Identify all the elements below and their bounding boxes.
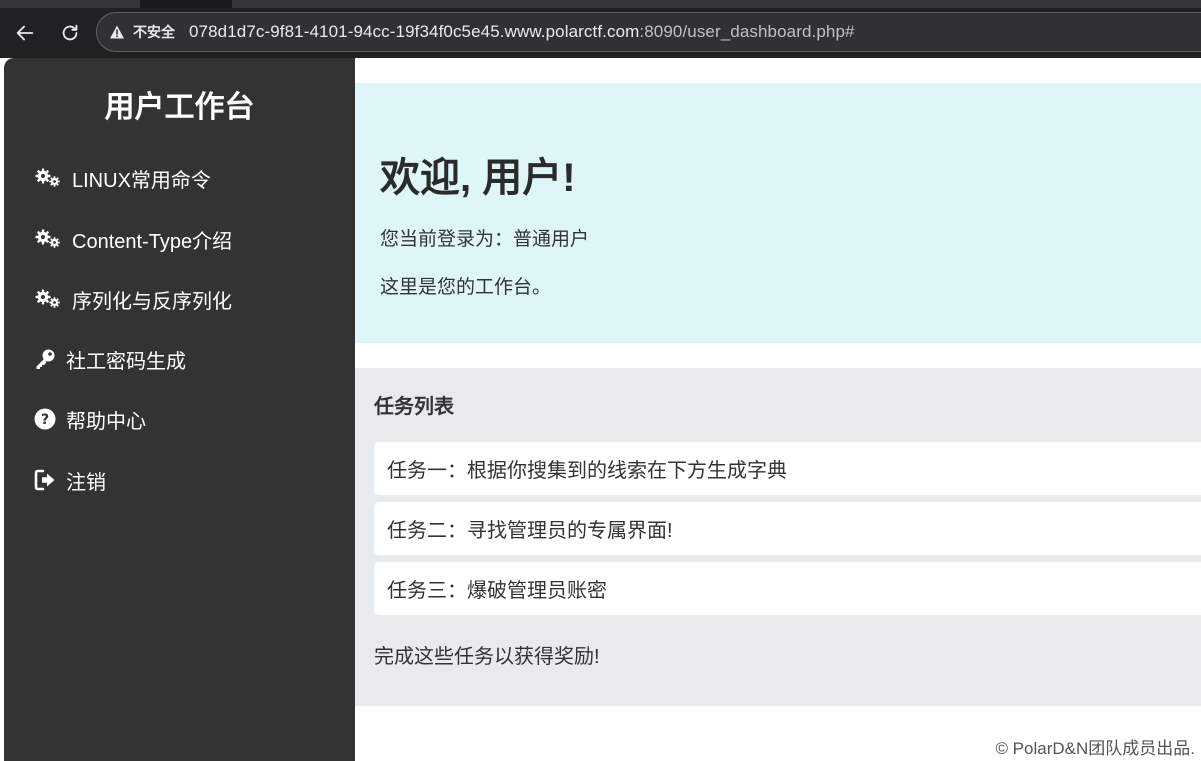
main-content: 欢迎, 用户! 您当前登录为：普通用户 这里是您的工作台。 任务列表 任务一：根… xyxy=(355,58,1201,761)
sidebar-item-linux-commands[interactable]: LINUX常用命令 xyxy=(34,160,211,196)
task-item: 任务一：根据你搜集到的线索在下方生成字典 xyxy=(374,442,1201,495)
browser-toolbar: 不安全 078d1d7c-9f81-4101-94cc-19f34f0c5e45… xyxy=(0,0,1201,58)
insecure-label[interactable]: 不安全 xyxy=(133,22,175,42)
copyright-text: © PolarD&N团队成员出品. xyxy=(995,739,1195,758)
task-item: 任务三：爆破管理员账密 xyxy=(374,562,1201,615)
sidebar-item-logout[interactable]: 注销 xyxy=(34,462,106,498)
sidebar-title: 用户工作台 xyxy=(104,91,255,124)
sidebar-item-label: 注销 xyxy=(66,471,106,494)
url-host: 078d1d7c-9f81-4101-94cc-19f34f0c5e45.www… xyxy=(189,22,640,41)
svg-text:?: ? xyxy=(41,412,49,428)
question-circle-icon: ? xyxy=(34,408,56,430)
sidebar-item-content-type[interactable]: Content-Type介绍 xyxy=(34,221,232,257)
task-list-title: 任务列表 xyxy=(374,396,454,418)
page: 用户工作台 LINUX常用命令 Content-Type介绍 序列化与反序列化 … xyxy=(0,58,1201,761)
tab-strip xyxy=(0,0,1201,8)
workspace-description: 这里是您的工作台。 xyxy=(380,277,552,298)
sidebar: 用户工作台 LINUX常用命令 Content-Type介绍 序列化与反序列化 … xyxy=(4,58,355,761)
sidebar-item-label: 序列化与反序列化 xyxy=(72,290,232,313)
reload-icon xyxy=(62,24,78,41)
sidebar-item-help-center[interactable]: ? 帮助中心 xyxy=(34,401,146,437)
cogs-icon xyxy=(34,228,62,250)
url-text[interactable]: 078d1d7c-9f81-4101-94cc-19f34f0c5e45.www… xyxy=(189,22,855,42)
address-bar[interactable]: 不安全 078d1d7c-9f81-4101-94cc-19f34f0c5e45… xyxy=(96,12,1201,52)
sidebar-item-label: 社工密码生成 xyxy=(66,350,186,373)
task-list-panel: 任务列表 任务一：根据你搜集到的线索在下方生成字典 任务二：寻找管理员的专属界面… xyxy=(355,368,1201,706)
sidebar-item-password-generator[interactable]: 社工密码生成 xyxy=(34,341,186,377)
sidebar-item-label: LINUX常用命令 xyxy=(72,169,211,192)
sidebar-item-label: Content-Type介绍 xyxy=(72,230,233,253)
sidebar-item-label: 帮助中心 xyxy=(66,410,146,433)
task-list-footer: 完成这些任务以获得奖励! xyxy=(374,646,600,668)
browser-tab[interactable] xyxy=(0,0,140,8)
reload-button[interactable] xyxy=(53,16,87,50)
welcome-heading: 欢迎, 用户! xyxy=(380,156,576,200)
key-icon xyxy=(34,348,56,370)
browser-tab[interactable] xyxy=(232,0,1201,8)
cogs-icon xyxy=(34,167,62,189)
welcome-panel: 欢迎, 用户! 您当前登录为：普通用户 这里是您的工作台。 xyxy=(355,83,1201,343)
sidebar-item-serialization[interactable]: 序列化与反序列化 xyxy=(34,281,232,317)
sign-out-icon xyxy=(34,469,56,491)
url-path: :8090/user_dashboard.php# xyxy=(639,22,855,41)
login-status-text: 您当前登录为：普通用户 xyxy=(380,229,590,250)
arrow-left-icon xyxy=(16,25,34,41)
cogs-icon xyxy=(34,288,62,310)
task-item: 任务二：寻找管理员的专属界面! xyxy=(374,502,1201,555)
back-button[interactable] xyxy=(8,16,42,50)
warning-triangle-icon[interactable] xyxy=(109,24,125,40)
